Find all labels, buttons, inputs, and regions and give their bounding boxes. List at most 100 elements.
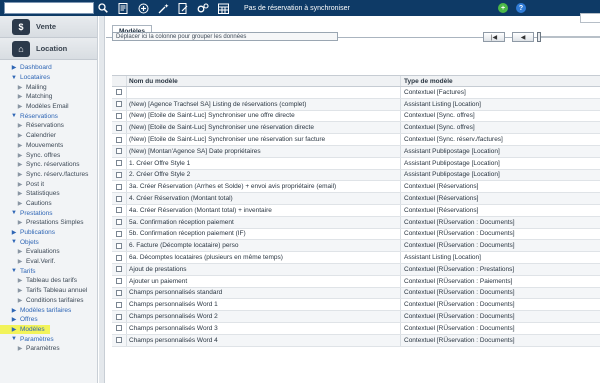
sidebar-item[interactable]: ▶ Calendrier [0, 131, 97, 141]
sidebar-item[interactable]: ▶ Modèles Email [0, 102, 97, 112]
table-row[interactable]: 6. Facture (Décompte locataire) perso Con… [112, 240, 600, 253]
page-size-input[interactable] [580, 13, 600, 23]
sidebar-item[interactable]: ▶ Offres [0, 315, 97, 325]
row-checkbox[interactable] [116, 112, 122, 119]
row-checkbox[interactable] [116, 337, 122, 344]
table-row[interactable]: (New) [Etoile de Saint-Luc] Synchroniser… [112, 110, 600, 123]
table-row[interactable]: 6a. Décomptes locataires (plusieurs en m… [112, 252, 600, 264]
sidebar-item[interactable]: ▶ Sync. réserv./factures [0, 170, 97, 180]
row-checkbox[interactable] [116, 266, 122, 273]
sidebar-item[interactable]: ▶ Publications [0, 228, 97, 238]
sidebar-item[interactable]: ▶ Mailing [0, 82, 97, 92]
collapsed-arrow-icon[interactable]: ▶ [16, 190, 24, 197]
pager-prev-button[interactable]: ◀ [512, 32, 534, 42]
row-checkbox[interactable] [116, 136, 122, 143]
row-checkbox[interactable] [116, 171, 122, 178]
table-row[interactable]: Champs personnalisés standard Contextuel … [112, 287, 600, 300]
table-row[interactable]: (New) [Agence Trachsel SA] Listing de ré… [112, 98, 600, 111]
table-row[interactable]: (New) [Montan'Agence SA] Date propriétai… [112, 145, 600, 158]
collapsed-arrow-icon[interactable]: ▶ [16, 132, 24, 139]
sidebar-item[interactable]: ▶ Sync. offres [0, 150, 97, 160]
search-icon[interactable] [96, 1, 110, 15]
table-row[interactable]: Ajout de prestations Contextuel [RÜservat… [112, 263, 600, 276]
sync-plus-icon[interactable]: + [498, 3, 508, 13]
document-icon[interactable] [116, 1, 130, 15]
collapsed-arrow-icon[interactable]: ▶ [16, 277, 24, 284]
collapsed-arrow-icon[interactable]: ▶ [16, 171, 24, 178]
collapsed-arrow-icon[interactable]: ▶ [16, 287, 24, 294]
collapsed-arrow-icon[interactable]: ▶ [10, 326, 18, 333]
expanded-arrow-icon[interactable]: ▼ [10, 113, 18, 119]
sidebar-item[interactable]: ▼ Locataires [0, 73, 97, 83]
table-row[interactable]: Champs personnalisés Word 2 Contextuel [R… [112, 311, 600, 323]
collapsed-arrow-icon[interactable]: ▶ [16, 142, 24, 149]
sidebar-item[interactable]: ▶ Cautions [0, 199, 97, 209]
table-row[interactable]: Ajouter un paiement Contextuel [RÜservati… [112, 275, 600, 288]
sidebar-item[interactable]: ▼ Objets [0, 237, 97, 247]
table-row[interactable]: Champs personnalisés Word 4 Contextuel [R… [112, 334, 600, 347]
sidebar-item[interactable]: ▶ Statistiques [0, 189, 97, 199]
collapsed-arrow-icon[interactable]: ▶ [16, 219, 24, 226]
collapsed-arrow-icon[interactable]: ▶ [16, 122, 24, 129]
table-row[interactable]: 3a. Créer Réservation (Arrhes et Solde) … [112, 181, 600, 194]
expanded-arrow-icon[interactable]: ▼ [10, 239, 18, 245]
column-header-type[interactable]: Type de modèle [400, 76, 600, 86]
table-row[interactable]: 2. Créer Offre Style 2 Assistant Publipos… [112, 169, 600, 182]
pager-slider[interactable] [537, 32, 600, 42]
table-row[interactable]: Champs personnalisés Word 3 Contextuel [R… [112, 322, 600, 335]
sidebar-item[interactable]: ▼ Réservations [0, 111, 97, 121]
row-checkbox[interactable] [116, 207, 122, 214]
row-checkbox[interactable] [116, 325, 122, 332]
table-row[interactable]: 4. Créer Réservation (Montant total) Cont… [112, 193, 600, 205]
sidebar-item[interactable]: ▶ Conditions tarifaires [0, 296, 97, 306]
sidebar-item[interactable]: ▶ Tarifs Tableau annuel [0, 286, 97, 296]
row-checkbox[interactable] [116, 278, 122, 285]
collapsed-arrow-icon[interactable]: ▶ [16, 152, 24, 159]
collapsed-arrow-icon[interactable]: ▶ [16, 200, 24, 207]
collapsed-arrow-icon[interactable]: ▶ [10, 307, 18, 314]
sidebar-item[interactable]: ▼ Prestations [0, 208, 97, 218]
expanded-arrow-icon[interactable]: ▼ [10, 210, 18, 216]
sidebar-item[interactable]: ▶ Tableau des tarifs [0, 276, 97, 286]
collapsed-arrow-icon[interactable]: ▶ [16, 161, 24, 168]
module-vente[interactable]: $ Vente [0, 16, 97, 38]
collapsed-arrow-icon[interactable]: ▶ [16, 345, 24, 352]
sidebar-item[interactable]: ▶ Modèles tarifaires [0, 305, 97, 315]
module-location[interactable]: ⌂ Location [0, 38, 97, 60]
sidebar-item[interactable]: ▶ Mouvements [0, 141, 97, 151]
row-checkbox[interactable] [116, 101, 122, 108]
row-checkbox[interactable] [116, 195, 122, 202]
collapsed-arrow-icon[interactable]: ▶ [16, 248, 24, 255]
pager-first-button[interactable]: |◀ [483, 32, 505, 42]
collapsed-arrow-icon[interactable]: ▶ [16, 84, 24, 91]
sidebar-item[interactable]: ▶ Matching [0, 92, 97, 102]
row-checkbox[interactable] [116, 313, 122, 320]
column-header-name[interactable]: Nom du modèle [126, 76, 400, 86]
help-icon[interactable]: ? [516, 3, 526, 13]
collapsed-arrow-icon[interactable]: ▶ [10, 316, 18, 323]
sidebar-item[interactable]: ▶ Prestations Simples [0, 218, 97, 228]
table-row[interactable]: 5a. Confirmation réception paiement Conte… [112, 216, 600, 229]
collapsed-arrow-icon[interactable]: ▶ [16, 258, 24, 265]
collapsed-arrow-icon[interactable]: ▶ [16, 103, 24, 110]
table-row[interactable]: Contextuel [Factures] [112, 87, 600, 99]
row-checkbox[interactable] [116, 183, 122, 190]
collapsed-arrow-icon[interactable]: ▶ [10, 64, 18, 71]
row-checkbox[interactable] [116, 89, 122, 96]
collapsed-arrow-icon[interactable]: ▶ [16, 297, 24, 304]
table-row[interactable]: 5b. Confirmation réception paiement (IF)… [112, 228, 600, 241]
row-checkbox[interactable] [116, 254, 122, 261]
search-input[interactable] [4, 2, 94, 14]
row-checkbox[interactable] [116, 289, 122, 296]
sidebar-item[interactable]: ▶ Sync. réservations [0, 160, 97, 170]
sidebar-item[interactable]: ▼ Tarifs [0, 266, 97, 276]
expanded-arrow-icon[interactable]: ▼ [10, 75, 18, 81]
sidebar-item[interactable]: ▶ Réservations [0, 121, 97, 131]
sidebar-item[interactable]: ▼ Paramètres [0, 334, 97, 344]
table-row[interactable]: (New) [Etoile de Saint-Luc] Synchroniser… [112, 134, 600, 146]
collapsed-arrow-icon[interactable]: ▶ [16, 181, 24, 188]
add-icon[interactable] [136, 1, 150, 15]
table-row[interactable]: Champs personnalisés Word 1 Contextuel [R… [112, 299, 600, 312]
row-checkbox[interactable] [116, 160, 122, 167]
expanded-arrow-icon[interactable]: ▼ [10, 268, 18, 274]
